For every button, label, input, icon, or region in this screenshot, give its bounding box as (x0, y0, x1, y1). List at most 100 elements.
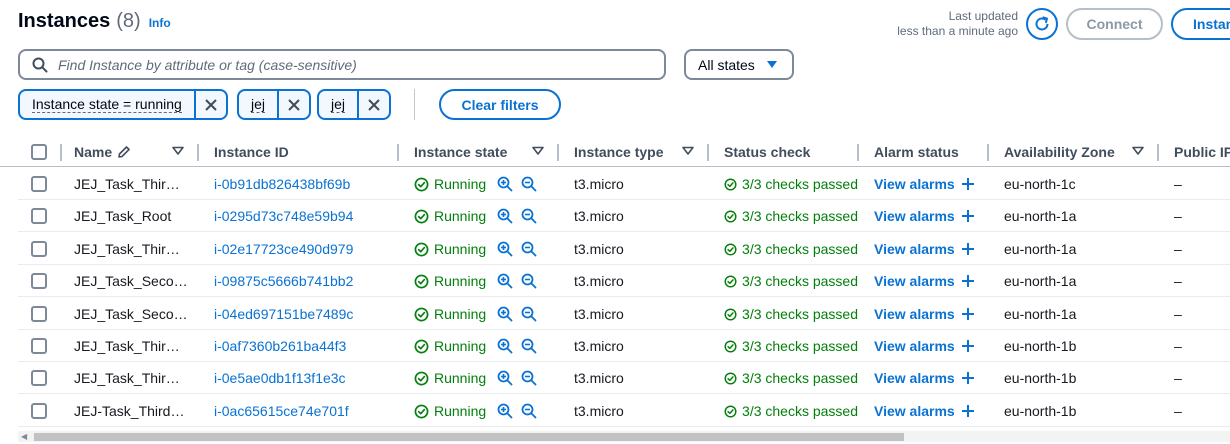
table-row[interactable]: JEJ_Task_Seco… i-04ed697151be7489c Runni… (18, 298, 1230, 330)
scroll-left-icon[interactable]: ◀ (21, 432, 27, 441)
zoom-in-icon[interactable] (497, 208, 513, 224)
instance-id-link[interactable]: i-0af7360b261ba44f3 (214, 330, 394, 362)
row-select-cell (31, 168, 47, 200)
sort-caret-icon[interactable] (172, 146, 184, 156)
plus-icon[interactable] (961, 307, 975, 321)
sort-caret-icon[interactable] (532, 146, 544, 156)
scrollbar-thumb[interactable] (34, 433, 904, 441)
view-alarms-link[interactable]: View alarms (874, 241, 955, 257)
instance-id-link[interactable]: i-0ac65615ce74e701f (214, 395, 394, 427)
plus-icon[interactable] (961, 371, 975, 385)
row-checkbox[interactable] (31, 370, 47, 386)
availability-zone: eu-north-1b (1004, 338, 1077, 354)
zoom-in-icon[interactable] (497, 403, 513, 419)
connect-button[interactable]: Connect (1066, 8, 1163, 40)
zoom-out-icon[interactable] (521, 338, 537, 354)
sort-caret-icon[interactable] (1132, 146, 1144, 156)
table-row[interactable]: JEJ_Task_Thir… i-0af7360b261ba44f3 Runni… (18, 330, 1230, 362)
filter-token-jej-2: jej (317, 89, 392, 120)
column-availability-zone[interactable]: Availability Zone (1004, 137, 1115, 167)
check-circle-icon (724, 371, 737, 385)
search-field[interactable]: Find Instance by attribute or tag (case-… (18, 49, 666, 80)
plus-icon[interactable] (961, 242, 975, 256)
check-circle-icon (724, 307, 737, 321)
select-all-checkbox[interactable] (31, 144, 47, 160)
column-separator (397, 144, 399, 161)
remove-filter-button[interactable] (279, 91, 309, 118)
remove-filter-button[interactable] (196, 91, 226, 118)
state-select[interactable]: All states (684, 49, 794, 80)
refresh-button[interactable] (1026, 8, 1058, 40)
instance-id-link[interactable]: i-0295d73c748e59b94 (214, 200, 394, 232)
instance-state-label: Running (434, 306, 487, 322)
row-select-cell (31, 265, 47, 297)
zoom-out-icon[interactable] (521, 403, 537, 419)
filter-token-label[interactable]: jej (239, 91, 280, 118)
column-alarm-status[interactable]: Alarm status (874, 137, 959, 167)
row-checkbox[interactable] (31, 338, 47, 354)
row-checkbox[interactable] (31, 241, 47, 257)
instance-id-link[interactable]: i-09875c5666b741bb2 (214, 265, 394, 297)
sort-caret-icon[interactable] (682, 146, 694, 156)
clear-filters-button[interactable]: Clear filters (439, 89, 561, 120)
instance-id-link[interactable]: i-02e17723ce490d979 (214, 233, 394, 265)
plus-icon[interactable] (961, 209, 975, 223)
column-instance-id[interactable]: Instance ID (214, 137, 289, 167)
check-circle-icon (414, 339, 429, 353)
view-alarms-link[interactable]: View alarms (874, 403, 955, 419)
instance-state-button[interactable]: Instance state (1171, 8, 1230, 40)
zoom-in-icon[interactable] (497, 176, 513, 192)
filter-token-label[interactable]: Instance state = running (20, 91, 196, 118)
filter-token-jej-1: jej (237, 89, 312, 120)
row-checkbox[interactable] (31, 273, 47, 289)
column-name[interactable]: Name (74, 137, 131, 167)
zoom-in-icon[interactable] (497, 306, 513, 322)
row-checkbox[interactable] (31, 208, 47, 224)
view-alarms-link[interactable]: View alarms (874, 338, 955, 354)
zoom-out-icon[interactable] (521, 208, 537, 224)
instance-id-link[interactable]: i-0b91db826438bf69b (214, 168, 394, 200)
zoom-in-icon[interactable] (497, 370, 513, 386)
view-alarms-link[interactable]: View alarms (874, 370, 955, 386)
instance-id-link[interactable]: i-0e5ae0db1f13f1e3c (214, 362, 394, 394)
view-alarms-link[interactable]: View alarms (874, 176, 955, 192)
plus-icon[interactable] (961, 274, 975, 288)
instance-state-label: Running (434, 208, 487, 224)
row-checkbox[interactable] (31, 306, 47, 322)
zoom-in-icon[interactable] (497, 241, 513, 257)
instance-state-label: Running (434, 273, 487, 289)
zoom-in-icon[interactable] (497, 273, 513, 289)
table-row[interactable]: JEJ_Task_Root i-0295d73c748e59b94 Runnin… (18, 200, 1230, 232)
zoom-out-icon[interactable] (521, 241, 537, 257)
zoom-in-icon[interactable] (497, 338, 513, 354)
column-instance-type[interactable]: Instance type (574, 137, 663, 167)
column-public-ip[interactable]: Public IPv4 DNS (1174, 137, 1230, 167)
zoom-out-icon[interactable] (521, 306, 537, 322)
zoom-out-icon[interactable] (521, 370, 537, 386)
column-instance-state[interactable]: Instance state (414, 137, 507, 167)
info-link[interactable]: Info (149, 16, 171, 30)
zoom-out-icon[interactable] (521, 273, 537, 289)
table-row[interactable]: JEJ-Task_Third… i-0ac65615ce74e701f Runn… (18, 395, 1230, 427)
row-checkbox[interactable] (31, 403, 47, 419)
status-check-label: 3/3 checks passed (742, 306, 858, 322)
plus-icon[interactable] (961, 404, 975, 418)
table-row[interactable]: JEJ_Task_Thir… i-0b91db826438bf69b Runni… (18, 168, 1230, 200)
plus-icon[interactable] (961, 339, 975, 353)
table-row[interactable]: JEJ_Task_Thir… i-0e5ae0db1f13f1e3c Runni… (18, 362, 1230, 394)
table-row[interactable]: JEJ_Task_Seco… i-09875c5666b741bb2 Runni… (18, 265, 1230, 297)
column-status-check[interactable]: Status check (724, 137, 810, 167)
public-ip: – (1174, 241, 1182, 257)
plus-icon[interactable] (961, 177, 975, 191)
horizontal-scrollbar[interactable]: ◀ (18, 431, 1230, 442)
zoom-out-icon[interactable] (521, 176, 537, 192)
view-alarms-link[interactable]: View alarms (874, 306, 955, 322)
view-alarms-link[interactable]: View alarms (874, 273, 955, 289)
status-check-cell: 3/3 checks passed (724, 168, 858, 200)
filter-token-label[interactable]: jej (319, 91, 360, 118)
table-row[interactable]: JEJ_Task_Thir… i-02e17723ce490d979 Runni… (18, 233, 1230, 265)
instance-id-link[interactable]: i-04ed697151be7489c (214, 298, 394, 330)
view-alarms-link[interactable]: View alarms (874, 208, 955, 224)
row-checkbox[interactable] (31, 176, 47, 192)
remove-filter-button[interactable] (359, 91, 389, 118)
